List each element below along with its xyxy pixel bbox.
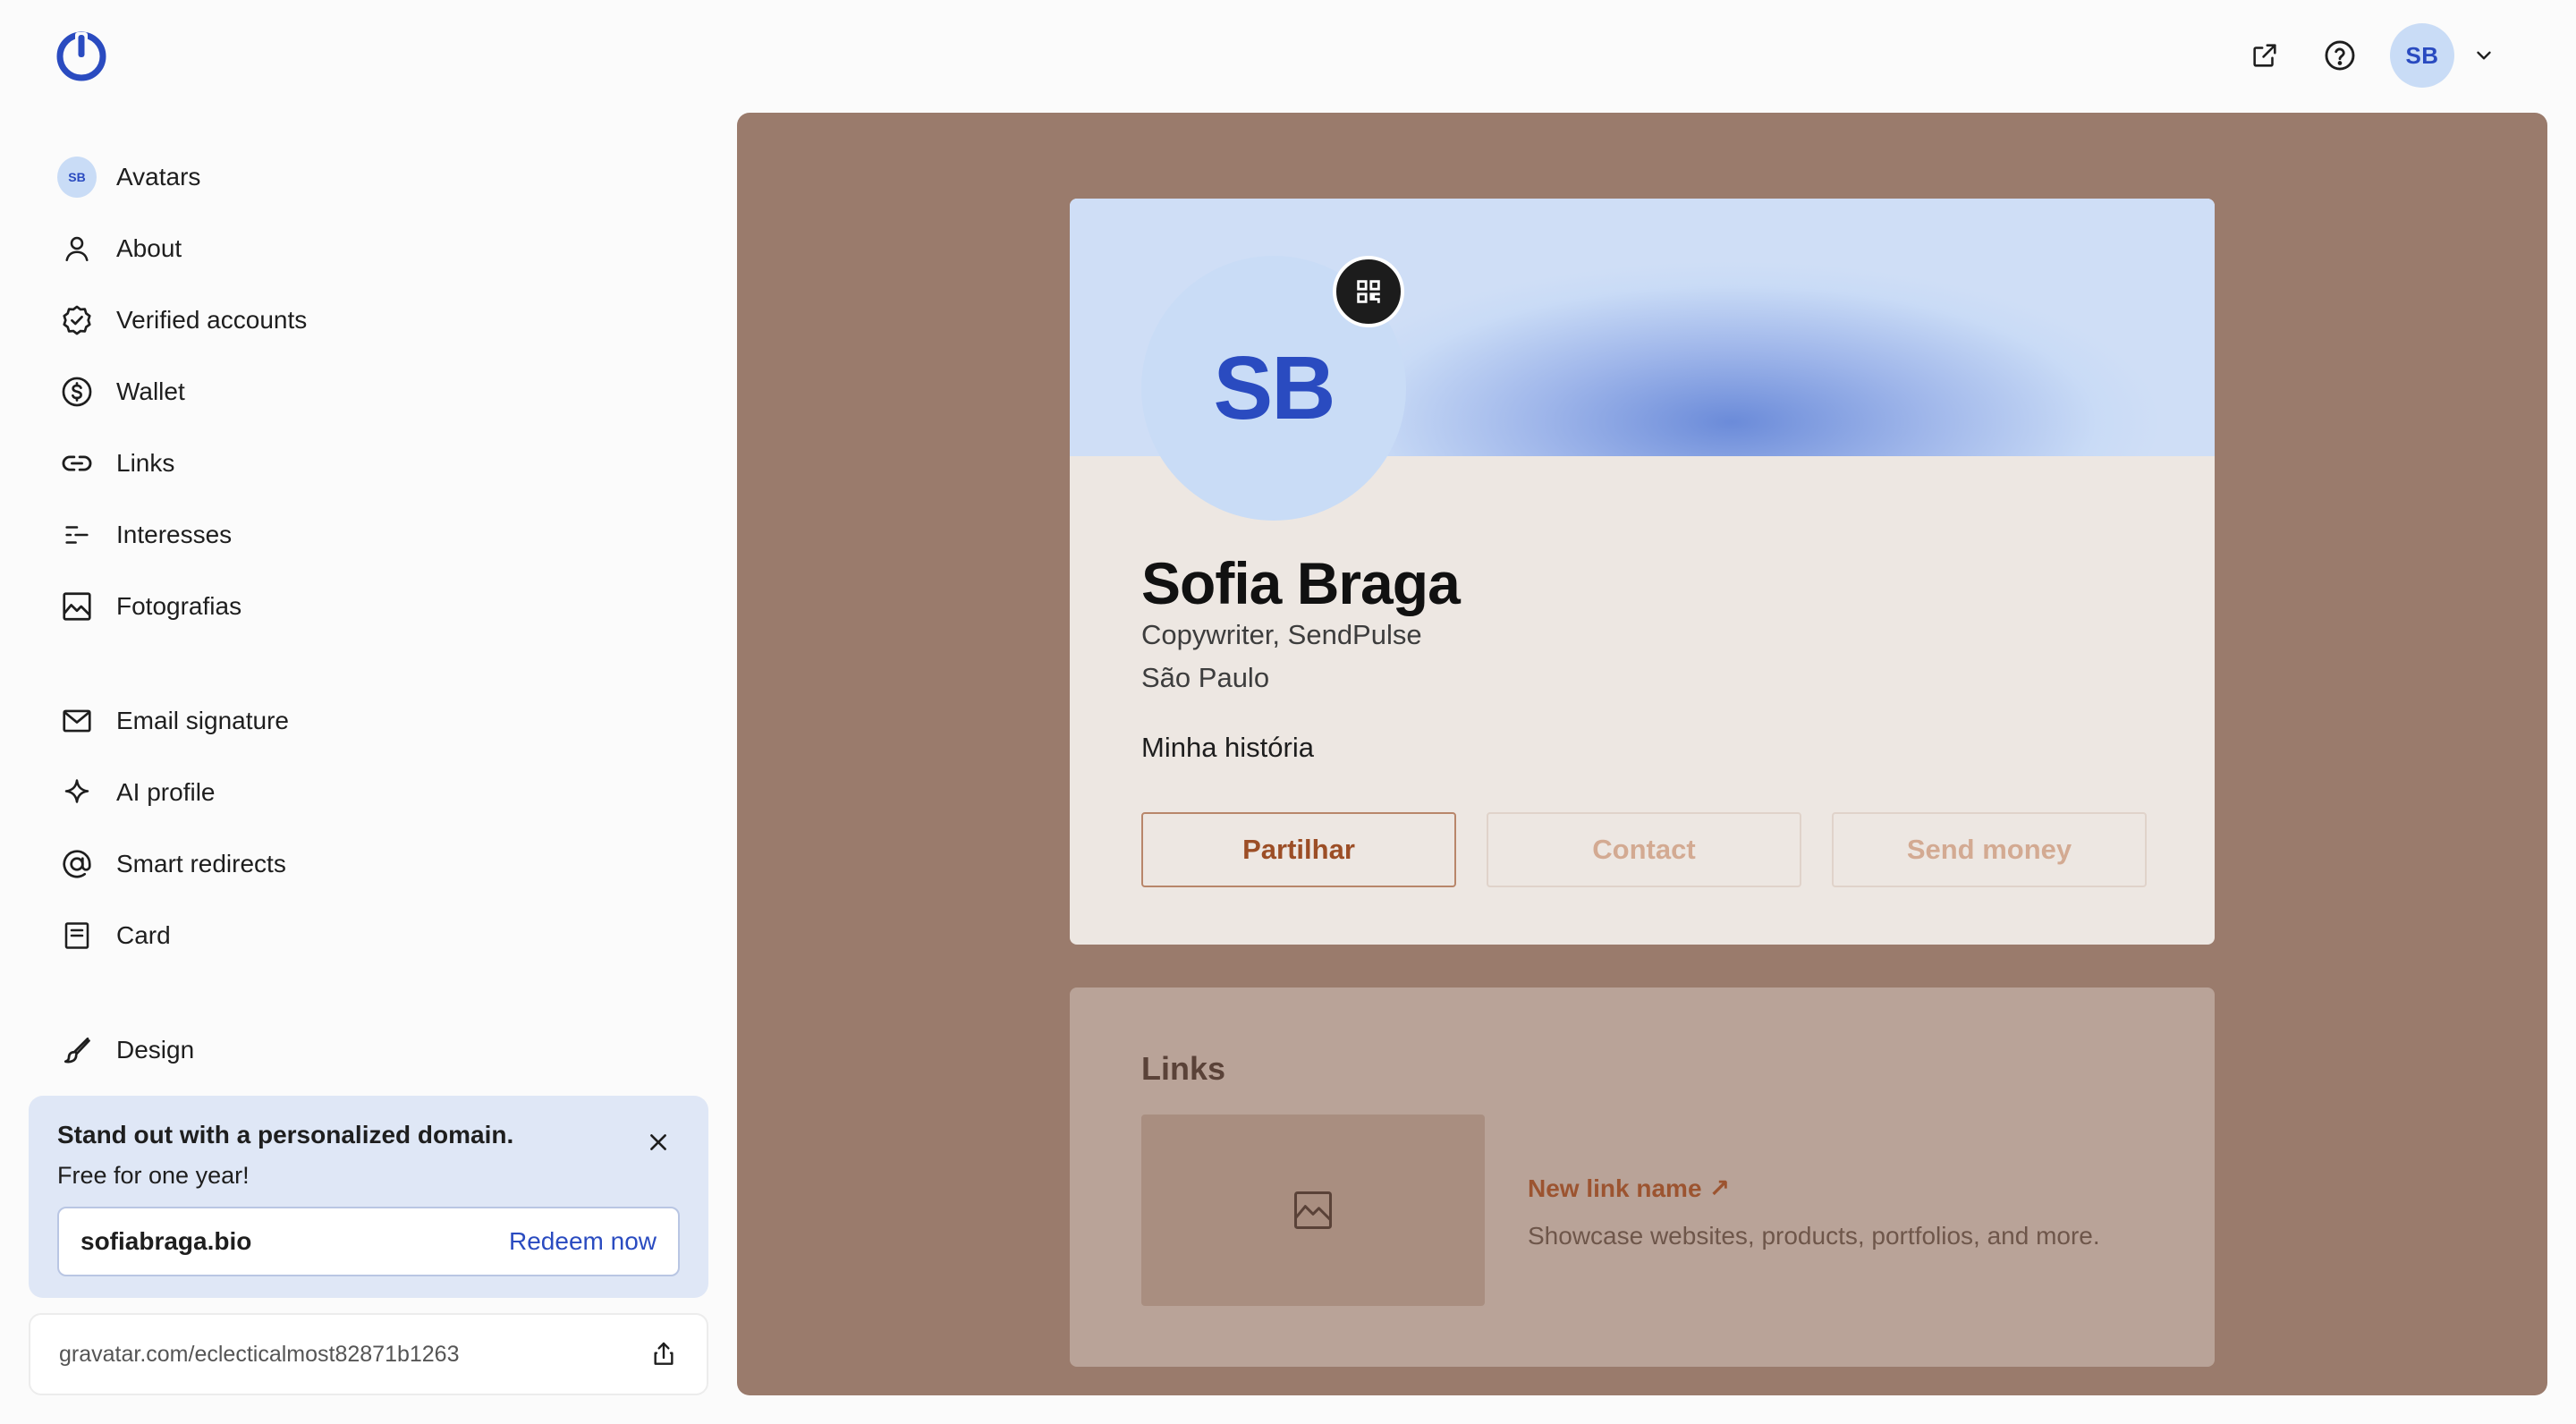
link-name-text: New link name <box>1528 1174 1702 1202</box>
sparkle-icon <box>57 773 97 812</box>
domain-promo-card: Stand out with a personalized domain. Fr… <box>29 1096 708 1298</box>
redeem-now-link[interactable]: Redeem now <box>509 1227 657 1256</box>
profile-job: Copywriter, SendPulse <box>1141 619 1422 650</box>
send-money-button[interactable]: Send money <box>1832 812 2147 887</box>
sidebar-group-design: Design <box>57 1014 683 1086</box>
link-description: Showcase websites, products, portfolios,… <box>1528 1222 2100 1250</box>
person-icon <box>57 229 97 268</box>
link-name[interactable]: New link name ↗ <box>1528 1174 1730 1203</box>
brush-icon <box>57 1030 97 1070</box>
sidebar-item-label: Smart redirects <box>116 850 286 877</box>
arrow-up-right-icon: ↗ <box>1708 1174 1730 1202</box>
sidebar-item-label: Wallet <box>116 377 185 405</box>
sidebar-item-verified-accounts[interactable]: Verified accounts <box>57 284 683 356</box>
sidebar-item-card[interactable]: Card <box>57 900 683 971</box>
links-title: Links <box>1141 1050 1226 1087</box>
sidebar-item-interesses[interactable]: Interesses <box>57 499 683 571</box>
profile-name: Sofia Braga <box>1141 550 1461 616</box>
sidebar: SB Avatars About Verified accounts Walle… <box>0 0 716 1424</box>
image-icon <box>57 587 97 626</box>
verified-badge-icon <box>57 301 97 340</box>
sidebar-item-label: Interesses <box>116 521 233 548</box>
share-button[interactable]: Partilhar <box>1141 812 1456 887</box>
promo-title: Stand out with a personalized domain. <box>57 1121 514 1149</box>
profile-url-bar: gravatar.com/eclecticalmost82871b1263 <box>29 1313 708 1395</box>
sidebar-group-tools: Email signature AI profile Smart redirec… <box>57 685 683 971</box>
sidebar-item-label: Links <box>116 449 175 477</box>
link-icon <box>57 444 97 483</box>
sidebar-item-label: Design <box>116 1036 195 1064</box>
profile-preview: SB Sofia Braga Copywriter, SendPulse São… <box>737 113 2547 1395</box>
interests-icon <box>57 515 97 555</box>
sidebar-item-avatars[interactable]: SB Avatars <box>57 141 683 213</box>
share-icon[interactable] <box>649 1340 678 1369</box>
close-icon[interactable] <box>640 1124 676 1160</box>
top-toolbar: SB <box>2240 23 2496 88</box>
chevron-down-icon <box>2472 44 2496 67</box>
sidebar-item-ai-profile[interactable]: AI profile <box>57 757 683 828</box>
sidebar-item-label: Avatars <box>116 163 201 191</box>
sidebar-item-label: Card <box>116 921 171 949</box>
sidebar-item-about[interactable]: About <box>57 213 683 284</box>
help-icon[interactable] <box>2315 30 2365 81</box>
account-menu-button[interactable]: SB <box>2390 23 2496 88</box>
domain-suggestion: sofiabraga.bio Redeem now <box>57 1207 680 1276</box>
sidebar-item-smart-redirects[interactable]: Smart redirects <box>57 828 683 900</box>
profile-location: São Paulo <box>1141 662 1270 693</box>
mini-avatar: SB <box>57 157 97 198</box>
external-link-icon[interactable] <box>2240 30 2290 81</box>
sidebar-item-label: AI profile <box>116 778 216 806</box>
sidebar-group-profile: SB Avatars About Verified accounts Walle… <box>57 141 683 642</box>
sidebar-item-fotografias[interactable]: Fotografias <box>57 571 683 642</box>
sidebar-item-links[interactable]: Links <box>57 428 683 499</box>
profile-actions: Partilhar Contact Send money <box>1141 812 2147 887</box>
profile-story[interactable]: Minha história <box>1141 732 1314 764</box>
promo-subtitle: Free for one year! <box>57 1162 250 1189</box>
sidebar-item-label: Email signature <box>116 707 289 734</box>
domain-name: sofiabraga.bio <box>80 1227 252 1255</box>
avatar: SB <box>2390 23 2454 88</box>
dollar-icon <box>57 372 97 411</box>
sidebar-item-label: Verified accounts <box>116 306 308 334</box>
sidebar-item-label: About <box>116 234 182 262</box>
profile-card: SB Sofia Braga Copywriter, SendPulse São… <box>1070 199 2215 945</box>
link-thumbnail[interactable] <box>1141 1115 1485 1306</box>
mail-icon <box>57 701 97 741</box>
sidebar-item-email-signature[interactable]: Email signature <box>57 685 683 757</box>
profile-url[interactable]: gravatar.com/eclecticalmost82871b1263 <box>59 1342 460 1368</box>
sidebar-item-wallet[interactable]: Wallet <box>57 356 683 428</box>
card-icon <box>57 916 97 955</box>
qr-code-icon[interactable] <box>1333 256 1404 327</box>
sidebar-item-design[interactable]: Design <box>57 1014 683 1086</box>
image-placeholder-icon <box>1290 1187 1336 1233</box>
links-section: Links New link name ↗ Showcase websites,… <box>1070 987 2215 1367</box>
sidebar-item-label: Fotografias <box>116 592 242 620</box>
at-icon <box>57 844 97 884</box>
contact-button[interactable]: Contact <box>1487 812 1801 887</box>
